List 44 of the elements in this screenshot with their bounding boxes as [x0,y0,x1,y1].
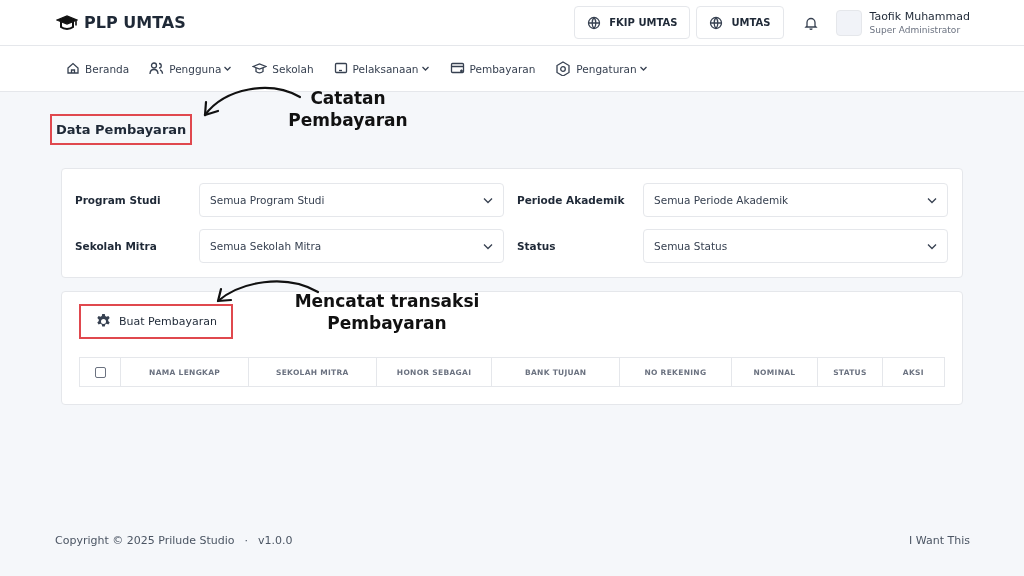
create-payment-button[interactable]: Buat Pembayaran [79,304,233,339]
nav-item[interactable]: Beranda [66,61,130,76]
graduation-cap-icon [252,61,268,76]
filter-label: Status [516,240,557,252]
chevron-down-icon [483,242,493,250]
chevron-down-icon [927,242,937,250]
globe-icon [709,15,724,30]
avatar [835,9,862,36]
nav-item[interactable]: Pelaksanaan [333,61,430,76]
version-text: v1.0.0 [258,534,293,547]
brand-name: PLP UMTAS [84,13,186,32]
footer-link[interactable]: I Want This [909,534,970,547]
page-title: Data Pembayaran [50,114,193,145]
filter-label: Program Studi [75,194,162,206]
home-icon [66,61,80,76]
separator-dot: · [244,534,249,547]
nav-item[interactable]: Pengguna [149,61,233,76]
chevron-down-icon [927,196,937,204]
filter-label: Periode Akademik [516,194,626,206]
card-icon [449,61,465,76]
hexagon-gear-icon [555,61,572,76]
select-all-checkbox[interactable] [94,366,106,378]
annotation-text: Catatan Pembayaran [287,87,409,131]
gear-icon [95,313,112,330]
workspace-button[interactable]: UMTAS [696,6,784,39]
user-name: Taofik Muhammad [869,10,970,23]
nav-item[interactable]: Pengaturan [555,61,648,76]
filter-select[interactable]: Semua Sekolah Mitra [199,229,504,263]
annotation-text: Mencatat transaksi Pembayaran [293,290,481,334]
filter-label: Sekolah Mitra [75,240,158,252]
filter-select[interactable]: Semua Periode Akademik [643,183,948,217]
filter-select[interactable]: Semua Program Studi [199,183,504,217]
filter-select[interactable]: Semua Status [643,229,948,263]
nav-item[interactable]: Sekolah [252,61,314,76]
copyright-text: Copyright © 2025 Prilude Studio [55,534,235,547]
chevron-down-icon [483,196,493,204]
monitor-icon [333,61,348,76]
users-icon [149,61,165,76]
globe-icon [587,15,602,30]
nav-item[interactable]: Pembayaran [449,61,536,76]
user-role: Super Administrator [869,25,962,35]
workspace-button[interactable]: FKIP UMTAS [574,6,691,39]
bell-icon[interactable] [803,15,818,30]
graduation-cap-icon [56,13,78,32]
